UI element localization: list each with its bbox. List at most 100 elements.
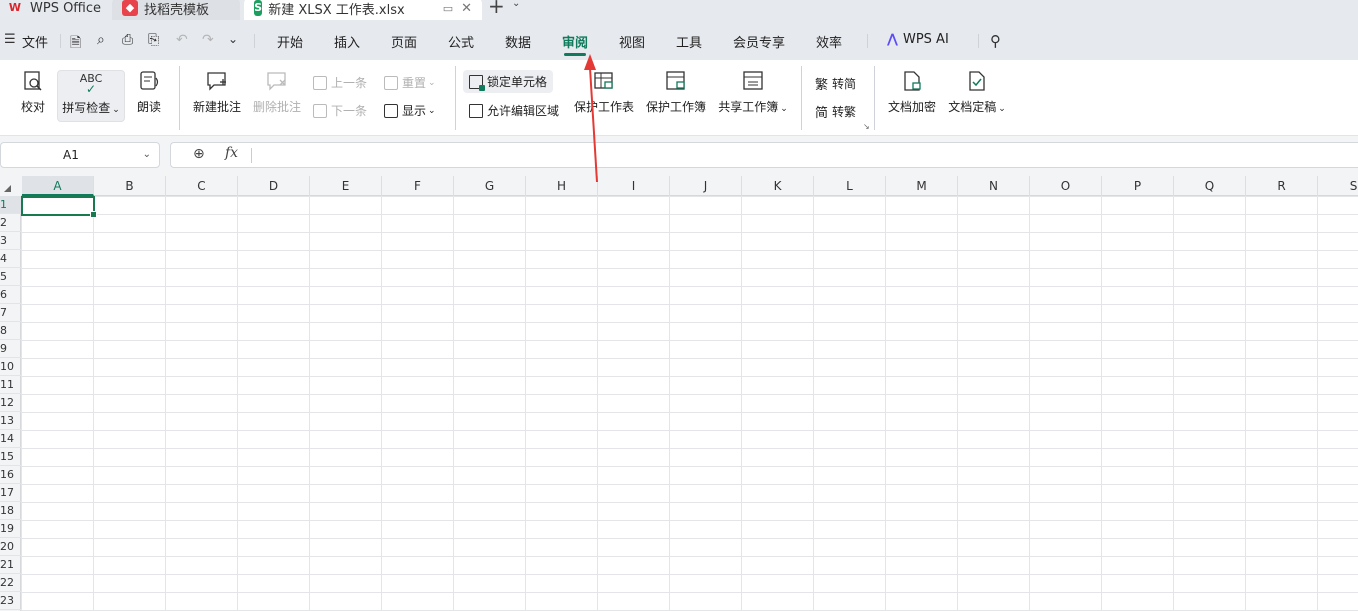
select-all-corner[interactable] [0, 176, 21, 196]
menu-view[interactable]: 视图 [619, 32, 645, 51]
column-header-q[interactable]: Q [1174, 176, 1246, 196]
menu-tools[interactable]: 工具 [676, 32, 702, 51]
menu-efficiency[interactable]: 效率 [816, 32, 842, 51]
menu-page[interactable]: 页面 [391, 32, 417, 51]
column-header-f[interactable]: F [382, 176, 454, 196]
protect-sheet-button[interactable]: 保护工作表 [574, 70, 634, 115]
chevron-down-icon[interactable]: ⌄ [143, 143, 151, 167]
row-header-13[interactable]: 13 [0, 412, 21, 430]
row-header-12[interactable]: 12 [0, 394, 21, 412]
reset-button[interactable]: 重置 ⌄ [384, 74, 436, 91]
row-header-9[interactable]: 9 [0, 340, 21, 358]
row-header-18[interactable]: 18 [0, 502, 21, 520]
undo-icon[interactable]: ↶ [176, 32, 188, 48]
column-header-a[interactable]: A [22, 176, 94, 196]
print-preview-icon[interactable]: ⎘ [148, 32, 159, 48]
menu-file[interactable]: 文件 [22, 32, 48, 51]
formula-input[interactable]: ⊕ fx [170, 142, 1358, 168]
menu-formula[interactable]: 公式 [448, 32, 474, 51]
row-header-6[interactable]: 6 [0, 286, 21, 304]
new-comment-button[interactable]: 新建批注 [192, 70, 242, 115]
column-header-p[interactable]: P [1102, 176, 1174, 196]
row-header-4[interactable]: 4 [0, 250, 21, 268]
row-header-3[interactable]: 3 [0, 232, 21, 250]
brush-icon[interactable]: ⌕ [97, 32, 105, 48]
row-header-15[interactable]: 15 [0, 448, 21, 466]
column-header-g[interactable]: G [454, 176, 526, 196]
menu-data[interactable]: 数据 [505, 32, 531, 51]
row-header-22[interactable]: 22 [0, 574, 21, 592]
column-header-m[interactable]: M [886, 176, 958, 196]
to-simplified-button[interactable]: 繁 转简 [815, 74, 856, 93]
redo-icon[interactable]: ↷ [202, 32, 214, 48]
new-tab-icon[interactable]: + [488, 0, 505, 18]
delete-comment-button[interactable]: 删除批注 [252, 70, 302, 115]
chevron-down-icon[interactable]: ⌄ [512, 0, 520, 9]
column-header-n[interactable]: N [958, 176, 1030, 196]
row-header-17[interactable]: 17 [0, 484, 21, 502]
monitor-icon[interactable]: ▭ [443, 2, 453, 15]
column-header-i[interactable]: I [598, 176, 670, 196]
proofread-button[interactable]: 校对 [20, 70, 46, 115]
column-header-d[interactable]: D [238, 176, 310, 196]
row-header-21[interactable]: 21 [0, 556, 21, 574]
tab-spreadsheet[interactable]: S 新建 XLSX 工作表.xlsx ▭ ✕ [244, 0, 482, 20]
allow-edit-ranges-button[interactable]: 允许编辑区域 [469, 102, 559, 119]
menu-review[interactable]: 审阅 [562, 32, 588, 56]
prev-comment-button[interactable]: 上一条 [313, 74, 367, 91]
chevron-down-icon[interactable]: ⌄ [228, 32, 238, 46]
menu-home[interactable]: 开始 [277, 32, 303, 51]
row-header-2[interactable]: 2 [0, 214, 21, 232]
row-header-19[interactable]: 19 [0, 520, 21, 538]
next-comment-button[interactable]: 下一条 [313, 102, 367, 119]
row-header-16[interactable]: 16 [0, 466, 21, 484]
spreadsheet-grid[interactable]: ABCDEFGHIJKLMNOPQRS 1 2 3 4 5 6 7 8 9 10 11 12 13 14 1… [0, 176, 1358, 611]
row-header-23[interactable]: 23 [0, 592, 21, 610]
menu-insert[interactable]: 插入 [334, 32, 360, 51]
finalize-document-button[interactable]: 文档定稿 ⌄ [948, 70, 1006, 115]
encrypt-document-button[interactable]: 文档加密 [888, 70, 936, 115]
print-icon[interactable]: ⎙ [122, 32, 133, 48]
tab-daoke-templates[interactable]: ◆ 找稻壳模板 [112, 0, 240, 20]
row-header-20[interactable]: 20 [0, 538, 21, 556]
fx-icon[interactable]: fx [225, 145, 238, 161]
menu-wps-ai[interactable]: ⋀ WPS AI [887, 32, 949, 47]
column-header-e[interactable]: E [310, 176, 382, 196]
lock-cells-button[interactable]: 锁定单元格 [463, 70, 554, 93]
share-workbook-button[interactable]: 共享工作簿 ⌄ [718, 70, 788, 115]
hamburger-icon[interactable]: ☰ [4, 32, 16, 47]
column-header-l[interactable]: L [814, 176, 886, 196]
save-icon[interactable]: 🗎 [70, 32, 81, 56]
row-header-5[interactable]: 5 [0, 268, 21, 286]
column-header-h[interactable]: H [526, 176, 598, 196]
chevron-down-icon: ⌄ [428, 77, 436, 88]
row-header-1[interactable]: 1 [0, 196, 21, 214]
row-header-10[interactable]: 10 [0, 358, 21, 376]
close-icon[interactable]: ✕ [461, 1, 472, 16]
row-header-14[interactable]: 14 [0, 430, 21, 448]
column-header-b[interactable]: B [94, 176, 166, 196]
search-icon[interactable]: ⚲ [990, 32, 1001, 50]
row-header-8[interactable]: 8 [0, 322, 21, 340]
column-header-o[interactable]: O [1030, 176, 1102, 196]
column-header-j[interactable]: J [670, 176, 742, 196]
row-header-11[interactable]: 11 [0, 376, 21, 394]
zoom-icon[interactable]: ⊕ [193, 146, 205, 162]
tab-wps-office[interactable]: W WPS Office [6, 0, 101, 20]
column-header-s[interactable]: S [1318, 176, 1358, 196]
column-header-c[interactable]: C [166, 176, 238, 196]
row-header-7[interactable]: 7 [0, 304, 21, 322]
show-button[interactable]: 显示 ⌄ [384, 102, 436, 119]
name-box[interactable]: A1 ⌄ [0, 142, 160, 168]
dialog-launcher-icon[interactable]: ↘ [863, 122, 870, 131]
column-header-k[interactable]: K [742, 176, 814, 196]
column-header-r[interactable]: R [1246, 176, 1318, 196]
cell-area[interactable] [21, 196, 1358, 611]
protect-workbook-icon [666, 71, 685, 90]
spellcheck-button[interactable]: ABC ✓ 拼写检查 ⌄ [57, 70, 125, 122]
menu-member[interactable]: 会员专享 [733, 32, 785, 51]
selected-cell-a1[interactable] [21, 196, 97, 218]
to-traditional-button[interactable]: 简 转繁 [815, 102, 856, 121]
read-aloud-button[interactable]: 朗读 [136, 70, 162, 115]
protect-workbook-button[interactable]: 保护工作簿 [646, 70, 706, 115]
